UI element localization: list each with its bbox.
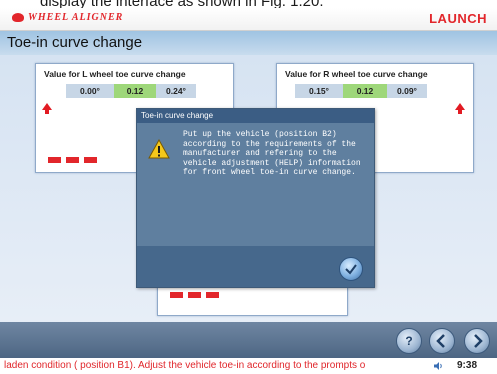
left-value-target: 0.12 [114,84,156,98]
right-arrow-icon [455,103,465,114]
right-value-max: 0.09° [387,84,427,98]
left-indicator-bars [48,150,102,168]
dialog-ok-button[interactable] [339,257,363,281]
back-button[interactable] [429,328,455,354]
dialog-title: Toe-in curve change [137,109,374,123]
speaker-icon[interactable] [433,361,443,371]
bottom-toolbar [0,322,497,358]
left-value-max: 0.24° [156,84,196,98]
clock: 9:38 [457,360,478,371]
back-icon [436,334,445,348]
status-message: laden condition ( position B1). Adjust t… [4,360,366,371]
left-arrow-icon [42,103,52,114]
checkmark-icon [345,264,357,275]
help-icon: ? [405,334,412,348]
page-title: Toe-in curve change [7,34,143,51]
left-panel-title: Value for L wheel toe curve change [44,69,186,79]
right-value-min: 0.15° [295,84,343,98]
launch-logo: LAUNCH [429,11,487,26]
right-panel-title: Value for R wheel toe curve change [285,69,428,79]
brand-name: WHEEL ALIGNER [28,12,124,23]
dialog-message: Put up the vehicle (position B2) accordi… [183,130,361,177]
right-value-target: 0.12 [343,84,387,98]
status-bar: laden condition ( position B1). Adjust t… [0,358,497,374]
title-bar: Toe-in curve change [0,31,497,55]
header-bar: WHEEL ALIGNER LAUNCH [0,8,497,31]
brand-logo-icon [12,13,24,22]
next-button[interactable] [464,328,490,354]
warning-icon [148,139,170,159]
toe-in-dialog: Toe-in curve change Put up the vehicle (… [136,108,375,288]
next-icon [474,334,483,348]
help-button[interactable]: ? [396,328,422,354]
left-value-min: 0.00° [66,84,114,98]
svg-text:?: ? [405,334,412,348]
